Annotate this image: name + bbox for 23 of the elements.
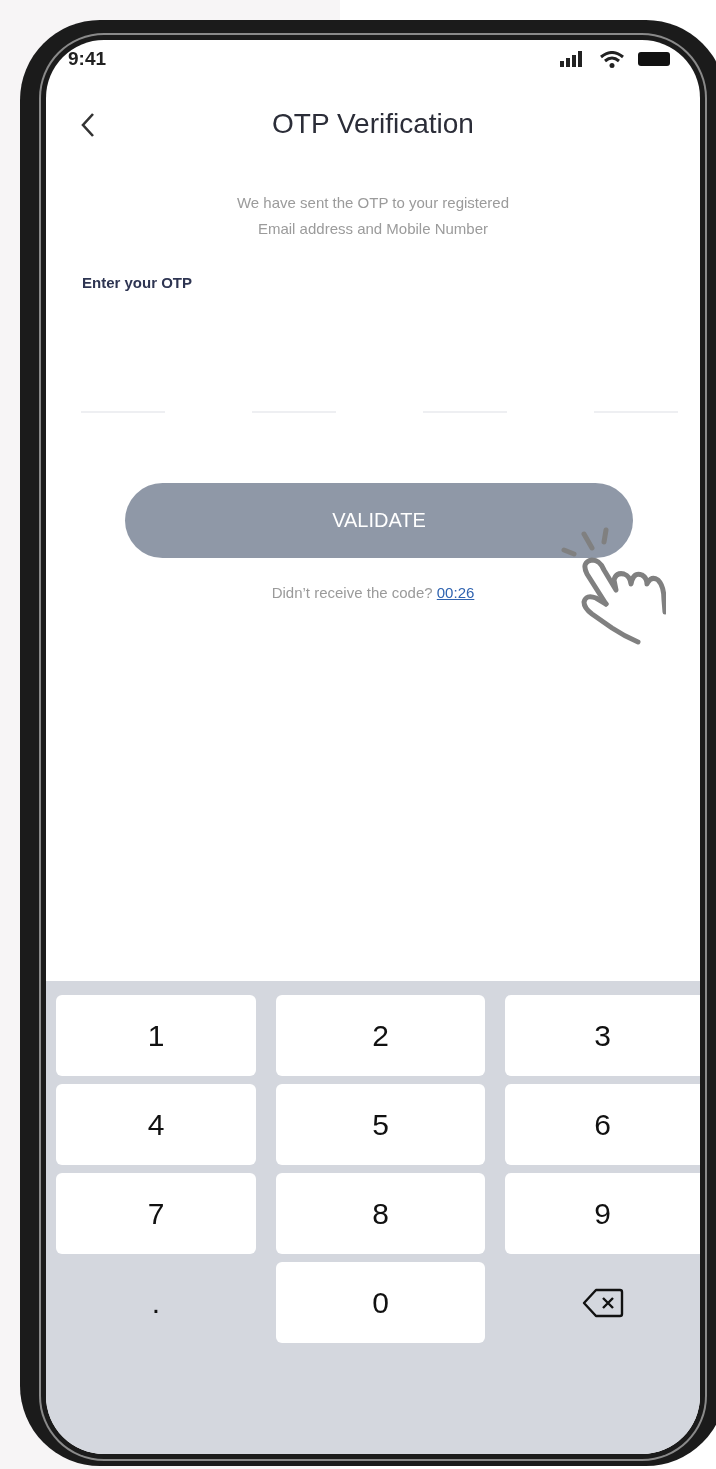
resend-timer-link[interactable]: 00:26 xyxy=(436,583,475,601)
back-button[interactable] xyxy=(80,112,96,138)
otp-label: Enter your OTP xyxy=(81,273,194,293)
keypad-key[interactable]: 1 xyxy=(56,995,256,1076)
backspace-icon xyxy=(581,1287,624,1318)
back-icon xyxy=(80,112,96,138)
keypad-key[interactable]: 0 xyxy=(276,1262,485,1343)
status-time: 9:41 xyxy=(68,46,107,71)
message-text: We have sent the OTP to your registered xyxy=(236,193,510,213)
keypad-key[interactable]: 8 xyxy=(276,1173,485,1254)
keypad-key[interactable]: 5 xyxy=(276,1084,485,1165)
keypad-key[interactable]: 7 xyxy=(56,1173,256,1254)
message-text: Email address and Mobile Number xyxy=(257,219,489,239)
page-title: OTP Verification xyxy=(272,107,474,141)
resend-text: Didn’t receive the code? xyxy=(271,583,433,601)
keypad-key[interactable]: 6 xyxy=(505,1084,700,1165)
keypad-key[interactable]: 2 xyxy=(276,995,485,1076)
keypad-key[interactable]: 9 xyxy=(505,1173,700,1254)
wifi-icon xyxy=(600,50,624,68)
battery-icon xyxy=(638,52,670,66)
keypad-key[interactable]: 4 xyxy=(56,1084,256,1165)
keypad-key[interactable]: . xyxy=(56,1262,256,1343)
keypad-key[interactable]: 3 xyxy=(505,995,700,1076)
